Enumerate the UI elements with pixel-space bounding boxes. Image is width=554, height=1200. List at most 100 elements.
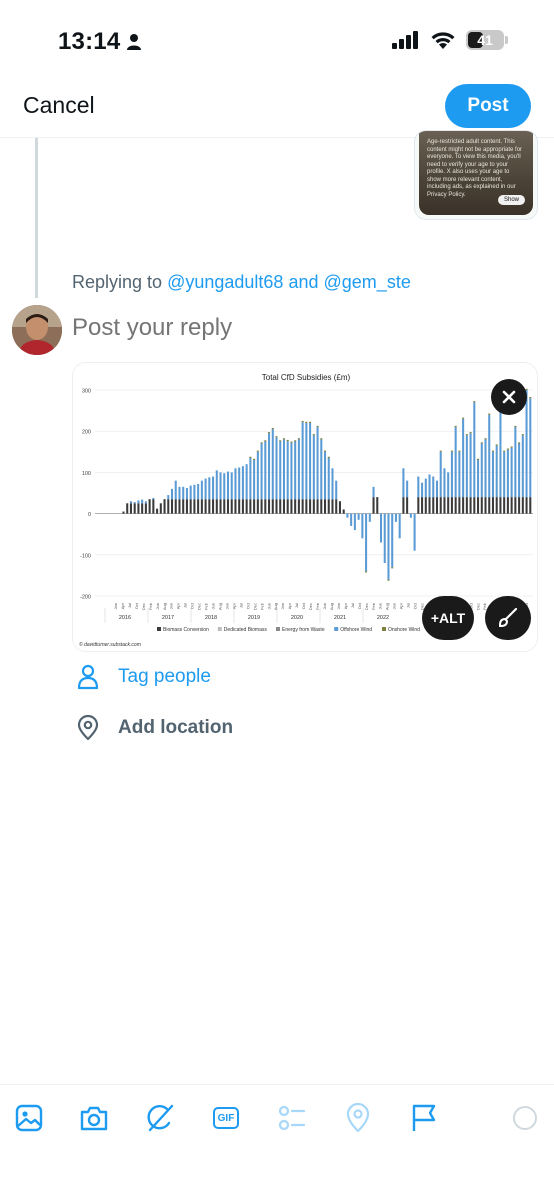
bar-segment-biomass xyxy=(327,499,330,514)
show-media-button[interactable]: Show xyxy=(497,195,525,205)
year-label: 2018 xyxy=(205,615,217,621)
x-tick-label: Oct xyxy=(301,602,306,609)
bar-segment-biomass xyxy=(376,497,379,514)
bar-segment-offshore xyxy=(439,451,442,498)
camera-icon[interactable] xyxy=(79,1103,109,1133)
bar-segment-biomass xyxy=(170,499,174,514)
bar-segment-offshore xyxy=(465,435,468,498)
bar-cap-onshore xyxy=(387,579,390,581)
remove-media-button[interactable] xyxy=(491,379,527,415)
bar-cap-onshore xyxy=(454,425,457,428)
x-tick-label: Dec xyxy=(197,603,202,610)
bar-cap-onshore xyxy=(297,438,300,440)
year-label: 2021 xyxy=(334,615,346,621)
bar-segment-offshore xyxy=(495,445,498,498)
bar-segment-offshore xyxy=(305,422,308,500)
bar-cap-onshore xyxy=(469,432,472,434)
add-alt-text-button[interactable]: +ALT xyxy=(422,596,474,640)
bar-segment-offshore xyxy=(484,439,487,498)
bar-segment-biomass xyxy=(208,499,211,514)
bar-segment-offshore xyxy=(424,478,427,498)
bar-cap-onshore xyxy=(305,421,308,423)
x-tick-label: Aug xyxy=(162,603,167,610)
bar-segment-biomass xyxy=(256,499,259,514)
bar-segment-biomass xyxy=(193,499,196,514)
bar-cap-onshore xyxy=(282,438,285,440)
flag-icon[interactable] xyxy=(409,1103,439,1133)
y-tick-label: 100 xyxy=(82,471,91,477)
x-tick-label: Oct xyxy=(357,602,362,609)
x-tick-label: Feb xyxy=(204,602,209,610)
bar-cap-onshore xyxy=(253,458,256,461)
bar-segment-biomass xyxy=(204,499,207,514)
cellular-signal-icon xyxy=(392,31,418,49)
bar-segment-biomass xyxy=(241,499,244,514)
x-tick-label: Aug xyxy=(385,603,390,610)
bar-segment-biomass xyxy=(275,499,278,514)
add-location-option[interactable]: Add location xyxy=(76,715,233,741)
bar-segment-offshore xyxy=(294,441,297,500)
mention-link-1[interactable]: @yungadult68 xyxy=(167,272,283,292)
bar-segment-biomass xyxy=(521,497,524,514)
character-counter xyxy=(510,1103,540,1133)
bar-segment-offshore xyxy=(297,439,300,500)
bar-segment-biomass xyxy=(156,508,159,514)
bar-segment-offshore xyxy=(383,513,386,564)
bar-segment-offshore xyxy=(435,480,439,498)
gif-icon[interactable]: GIF xyxy=(211,1103,241,1133)
mention-link-2[interactable]: @gem_ste xyxy=(324,272,411,292)
x-tick-label: Jan xyxy=(169,603,174,609)
x-tick-label: Dec xyxy=(308,603,313,610)
bar-segment-biomass xyxy=(443,497,446,514)
bar-segment-offshore xyxy=(253,460,256,500)
cancel-button[interactable]: Cancel xyxy=(23,92,95,119)
bar-segment-biomass xyxy=(335,499,338,514)
year-label: 2019 xyxy=(248,615,260,621)
bar-segment-biomass xyxy=(282,499,285,514)
legend-label: Onshore Wind xyxy=(388,627,420,633)
bar-segment-biomass xyxy=(126,503,129,514)
bar-segment-offshore xyxy=(226,471,230,500)
bar-segment-offshore xyxy=(421,482,424,498)
mention-conjunction[interactable]: and xyxy=(288,272,318,292)
bar-cap-onshore xyxy=(309,421,312,423)
bar-segment-offshore xyxy=(144,501,147,504)
x-tick-label: Dec xyxy=(252,603,257,610)
bar-segment-offshore xyxy=(282,439,285,500)
bar-segment-biomass xyxy=(324,499,327,514)
grok-icon[interactable] xyxy=(145,1103,175,1133)
bar-segment-biomass xyxy=(447,497,450,514)
x-tick-label: Jun xyxy=(266,603,271,609)
parent-post-media-thumbnail[interactable]: Age-restricted adult content. This conte… xyxy=(414,130,538,220)
bar-segment-offshore xyxy=(279,441,282,500)
bar-segment-offshore xyxy=(458,451,461,498)
bar-segment-biomass xyxy=(491,497,494,514)
bar-segment-biomass xyxy=(219,499,222,514)
bar-segment-offshore xyxy=(480,443,483,498)
bar-segment-biomass xyxy=(424,497,427,514)
reply-input[interactable] xyxy=(72,314,532,342)
media-icon[interactable] xyxy=(14,1103,44,1133)
tag-people-option[interactable]: Tag people xyxy=(76,664,211,690)
bar-segment-offshore xyxy=(353,513,356,531)
bar-segment-biomass xyxy=(182,499,185,514)
bar-segment-biomass xyxy=(271,499,274,514)
x-tick-label: Feb xyxy=(315,602,320,610)
bar-cap-onshore xyxy=(518,442,521,444)
bar-segment-offshore xyxy=(309,422,312,500)
bar-segment-biomass xyxy=(514,497,517,514)
bar-segment-offshore xyxy=(137,500,140,504)
bar-segment-offshore xyxy=(268,433,271,500)
bar-segment-biomass xyxy=(159,503,162,514)
edit-media-button[interactable] xyxy=(485,596,531,640)
bar-segment-biomass xyxy=(465,497,468,514)
x-tick-label: Jul xyxy=(127,603,132,608)
battery-icon: 41 xyxy=(466,30,508,50)
bar-segment-offshore xyxy=(286,441,289,500)
bar-cap-onshore xyxy=(249,456,252,458)
x-tick-label: Jul xyxy=(406,603,411,608)
bar-segment-biomass xyxy=(215,499,218,514)
post-button[interactable]: Post xyxy=(445,84,531,128)
bar-segment-biomass xyxy=(503,497,506,514)
bar-segment-offshore xyxy=(491,451,494,498)
